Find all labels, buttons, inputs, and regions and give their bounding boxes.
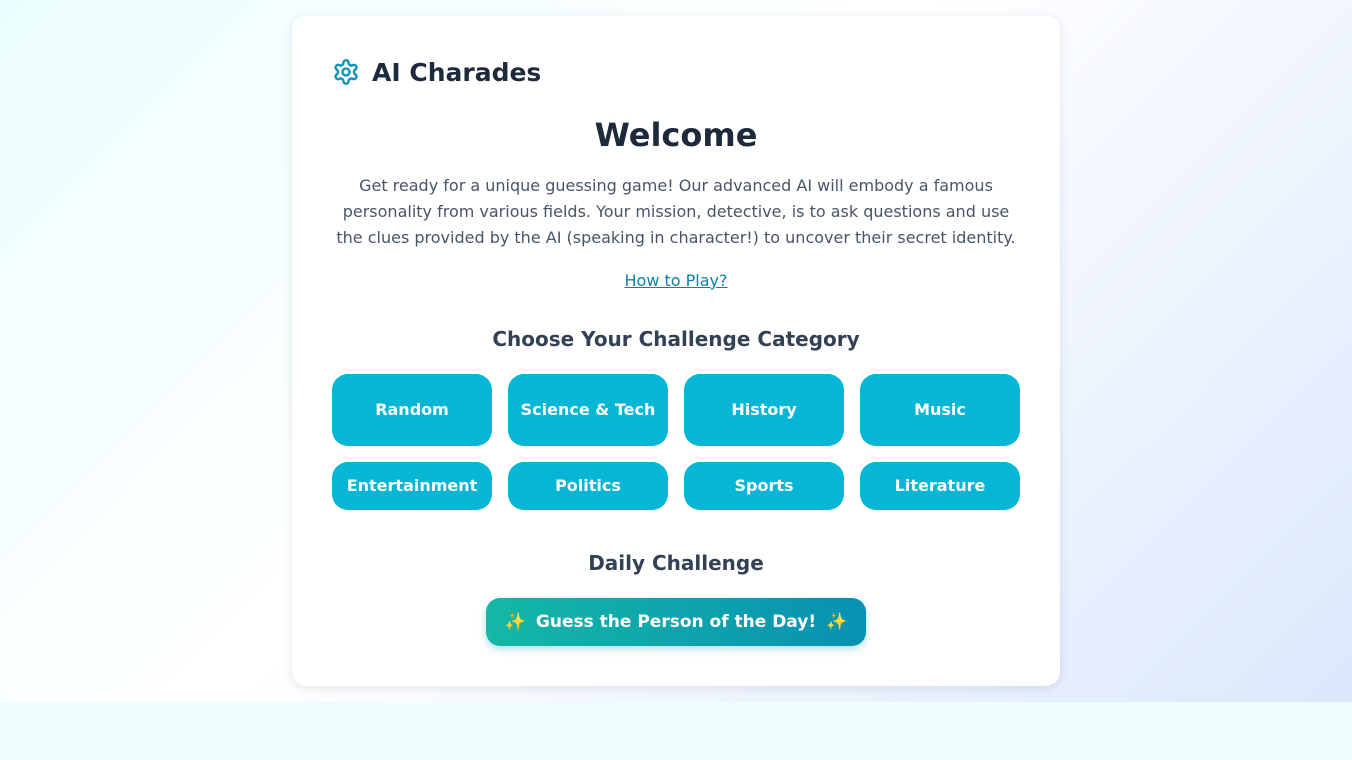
category-heading: Choose Your Challenge Category (492, 327, 860, 351)
category-grid: Random Science & Tech History Music Ente… (332, 374, 1020, 510)
how-to-play-link[interactable]: How to Play? (625, 271, 728, 290)
category-button-history[interactable]: History (684, 374, 844, 446)
intro-text: Get ready for a unique guessing game! Ou… (336, 176, 1016, 247)
daily-challenge-heading: Daily Challenge (588, 551, 764, 575)
category-button-music[interactable]: Music (860, 374, 1020, 446)
app-title: AI Charades (372, 57, 542, 87)
category-button-science-tech[interactable]: Science & Tech (508, 374, 668, 446)
welcome-heading: Welcome (594, 116, 758, 154)
daily-challenge-button[interactable]: ✨ Guess the Person of the Day! ✨ (486, 598, 866, 646)
app-header: AI Charades (332, 56, 541, 88)
gear-icon (334, 59, 358, 85)
category-button-sports[interactable]: Sports (684, 462, 844, 510)
daily-challenge-button-label: Guess the Person of the Day! (535, 612, 817, 632)
sparkle-icon: ✨ (826, 612, 848, 632)
category-button-politics[interactable]: Politics (508, 462, 668, 510)
main-card: AI Charades Welcome Get ready for a uniq… (292, 16, 1060, 686)
category-button-random[interactable]: Random (332, 374, 492, 446)
sparkle-icon: ✨ (504, 612, 526, 632)
how-to-play-container: How to Play? (292, 271, 1060, 290)
category-button-literature[interactable]: Literature (860, 462, 1020, 510)
category-button-entertainment[interactable]: Entertainment (332, 462, 492, 510)
